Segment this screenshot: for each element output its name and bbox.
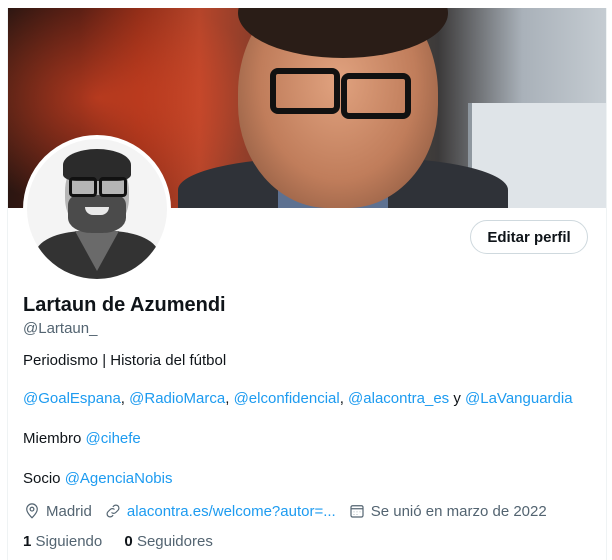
- mention-cihefe[interactable]: @cihefe: [86, 430, 141, 447]
- separator: ,: [339, 390, 349, 407]
- location-pin-icon: [26, 503, 38, 519]
- following-count: 1: [23, 533, 32, 550]
- following-label: Siguiendo: [35, 533, 103, 550]
- joined-text: Se unió en marzo de 2022: [370, 502, 547, 520]
- bio-mentions-line: @GoalEspana, @RadioMarca, @elconfidencia…: [23, 389, 573, 409]
- mention-elconfidencial[interactable]: @elconfidencial: [234, 390, 340, 407]
- profile-meta: Madrid alacontra.es/welcome?autor=... Se…: [23, 502, 559, 520]
- member-label: Miembro: [23, 430, 86, 447]
- website-link[interactable]: alacontra.es/welcome?autor=...: [127, 503, 336, 520]
- location-item: Madrid: [23, 502, 92, 520]
- website-item[interactable]: alacontra.es/welcome?autor=...: [104, 502, 336, 520]
- following-link[interactable]: 1 Siguiendo: [23, 533, 102, 550]
- profile-card: Editar perfil Lartaun de Azumendi @Larta…: [7, 8, 607, 560]
- profile-name: Lartaun de Azumendi: [23, 294, 226, 316]
- separator: ,: [120, 390, 130, 407]
- profile-handle: @Lartaun_: [23, 320, 98, 337]
- mention-alacontra[interactable]: @alacontra_es: [348, 390, 449, 407]
- follow-counts: 1 Siguiendo 0 Seguidores: [23, 533, 231, 550]
- mention-agencianobis[interactable]: @AgenciaNobis: [65, 470, 173, 487]
- bio-partner-line: Socio @AgenciaNobis: [23, 469, 173, 489]
- location-text: Madrid: [46, 502, 92, 520]
- calendar-icon: [350, 505, 364, 518]
- mention-lavanguardia[interactable]: @LaVanguardia: [465, 390, 573, 407]
- separator: ,: [225, 390, 234, 407]
- avatar[interactable]: [23, 135, 171, 283]
- joined-item: Se unió en marzo de 2022: [348, 502, 547, 520]
- followers-link[interactable]: 0 Seguidores: [124, 533, 212, 550]
- mention-radiomarca[interactable]: @RadioMarca: [129, 390, 225, 407]
- separator: y: [449, 390, 466, 407]
- mention-goalespana[interactable]: @GoalEspana: [23, 390, 121, 407]
- bio-member-line: Miembro @cihefe: [23, 429, 141, 449]
- followers-label: Seguidores: [136, 533, 213, 550]
- followers-count: 0: [124, 533, 133, 550]
- edit-profile-button[interactable]: Editar perfil: [470, 220, 588, 254]
- profile-bio: Periodismo | Historia del fútbol: [23, 352, 227, 369]
- link-icon: [106, 504, 120, 518]
- partner-label: Socio: [23, 470, 65, 487]
